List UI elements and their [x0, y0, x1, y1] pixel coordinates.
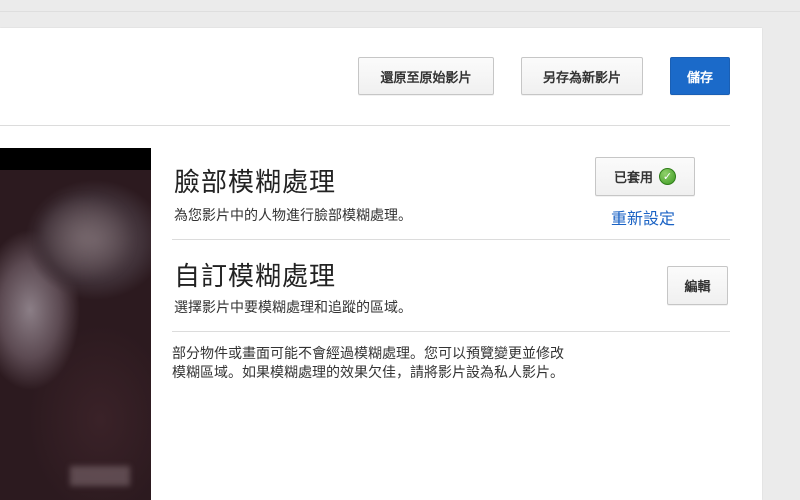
edit-custom-blur-button[interactable]: 編輯 [667, 266, 728, 305]
face-blur-description: 為您影片中的人物進行臉部模糊處理。 [174, 208, 412, 224]
save-button[interactable]: 儲存 [670, 57, 730, 95]
editor-panel: 還原至原始影片 另存為新影片 儲存 臉部模糊處理 為您影片中的人物進行臉部模糊處… [0, 28, 762, 500]
video-preview[interactable] [0, 148, 151, 500]
section-divider [172, 239, 730, 240]
face-blur-applied-button[interactable]: 已套用 ✓ [595, 157, 695, 196]
face-blur-title: 臉部模糊處理 [174, 168, 337, 198]
page-margin [762, 28, 800, 500]
reset-link[interactable]: 重新設定 [611, 205, 675, 229]
blurred-face-region [40, 198, 130, 278]
video-frame-detail [70, 466, 130, 486]
section-divider [172, 331, 730, 332]
toolbar-divider [0, 125, 730, 126]
applied-label: 已套用 [613, 171, 653, 186]
top-strip [0, 0, 800, 12]
check-circle-icon: ✓ [659, 168, 676, 185]
save-as-new-video-button[interactable]: 另存為新影片 [521, 57, 643, 95]
blur-disclaimer-note: 部分物件或畫面可能不會經過模糊處理。您可以預覽變更並修改模糊區域。如果模糊處理的… [172, 346, 564, 381]
revert-to-original-button[interactable]: 還原至原始影片 [358, 57, 494, 95]
custom-blur-title: 自訂模糊處理 [174, 262, 337, 292]
custom-blur-description: 選擇影片中要模糊處理和追蹤的區域。 [174, 300, 412, 316]
